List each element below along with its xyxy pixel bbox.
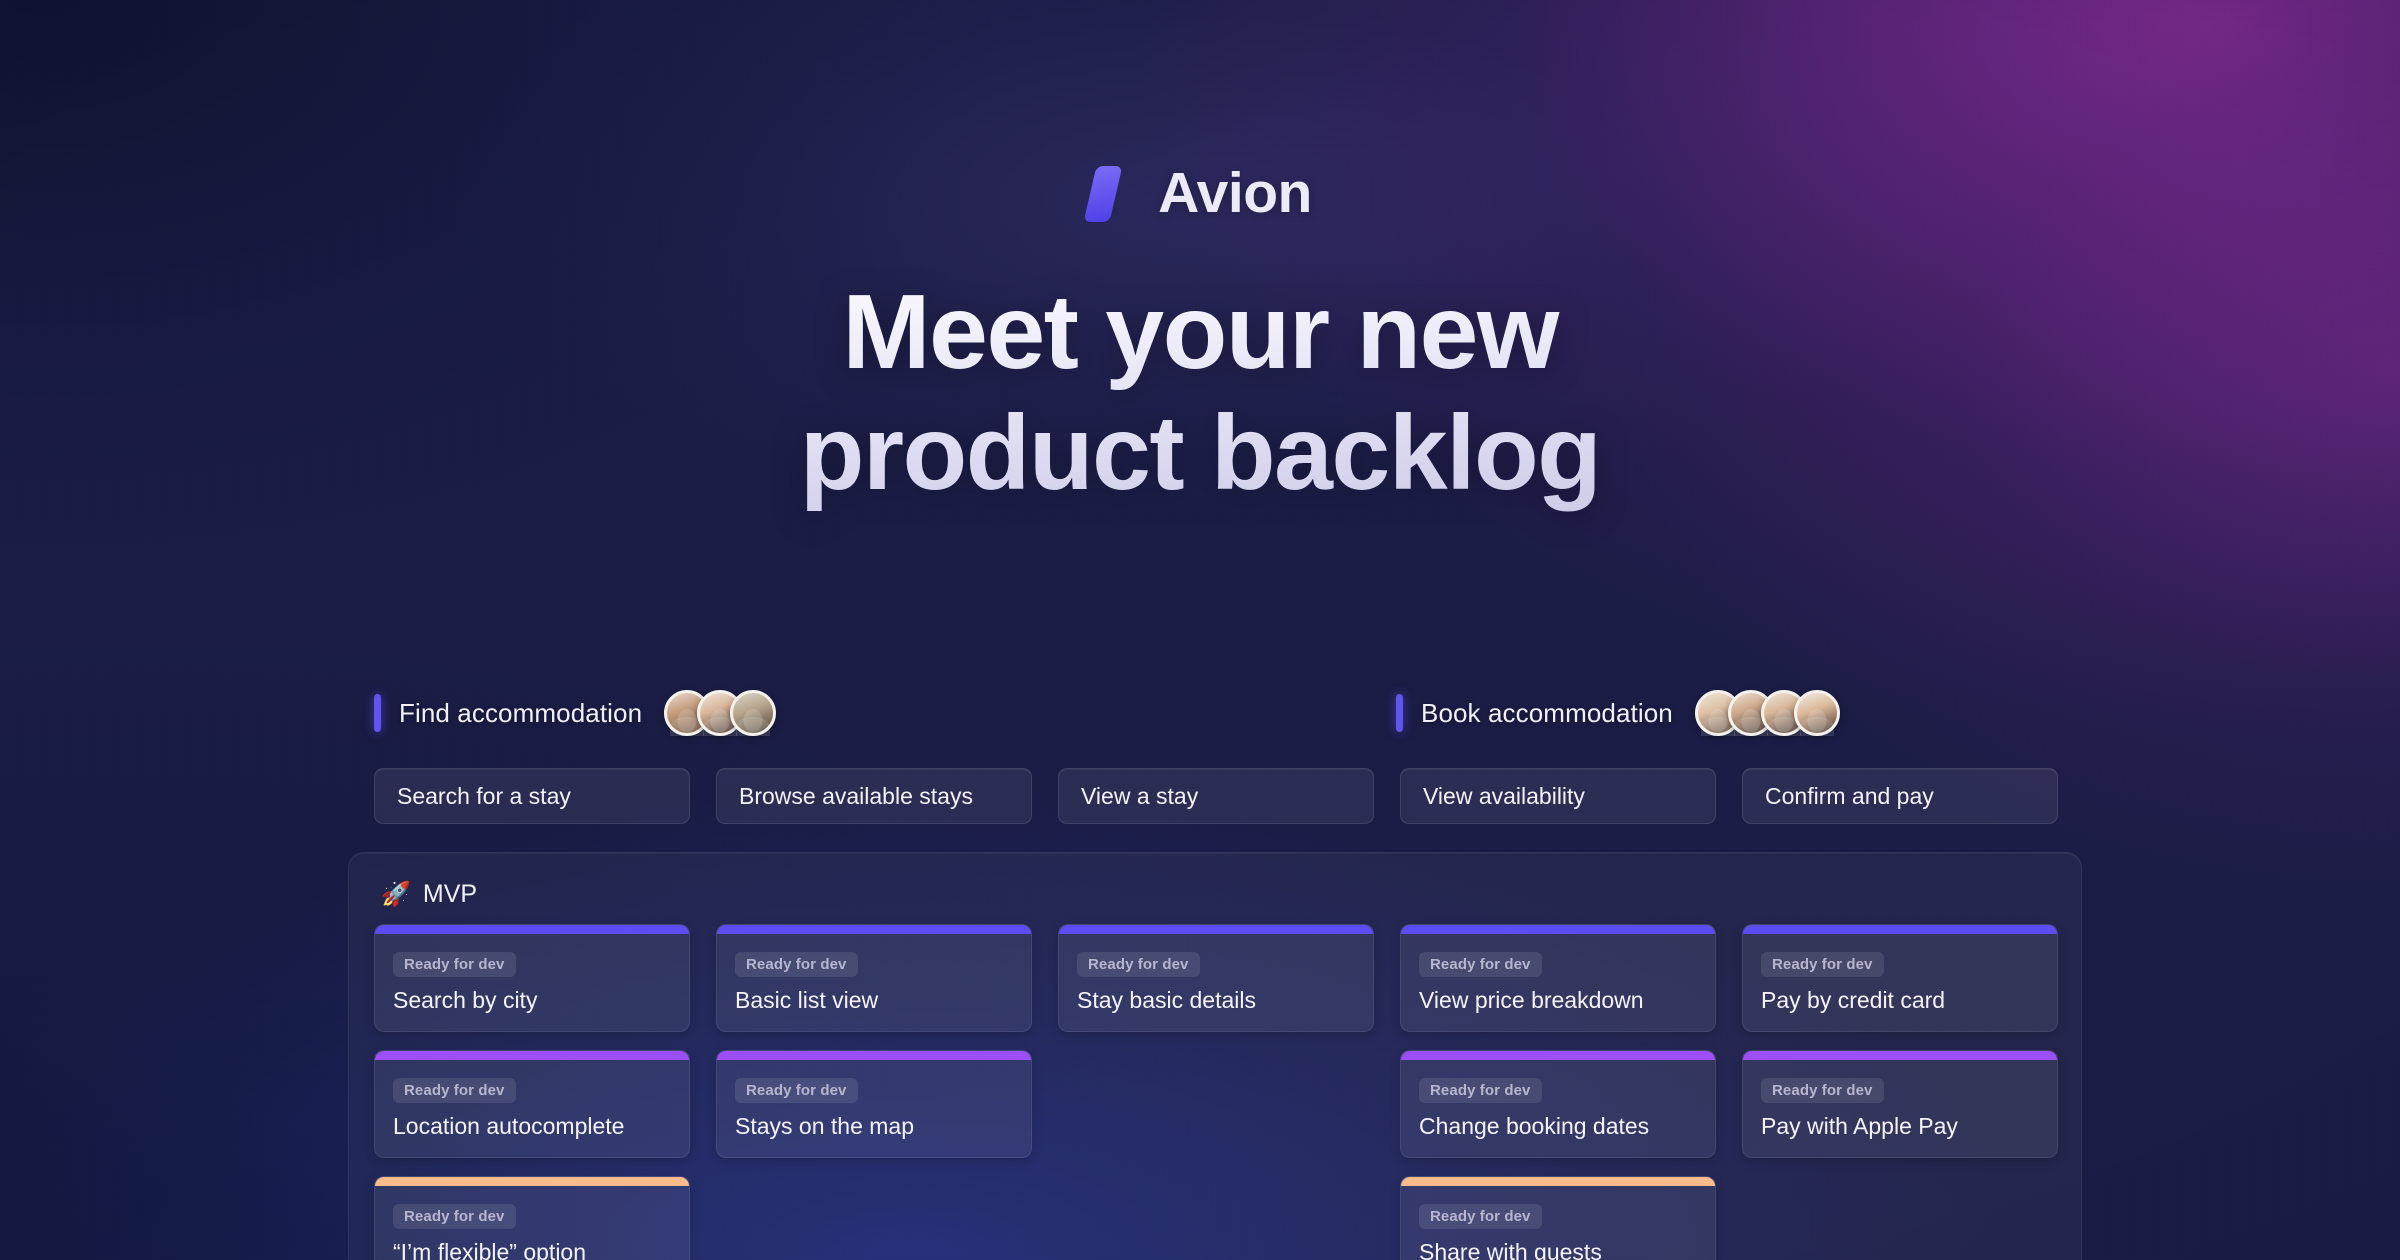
story-cell [716,1176,1032,1260]
story-accent-bar [717,1051,1031,1060]
status-badge[interactable]: Ready for dev [1077,952,1200,977]
story-cell: Ready for dev Search by city [374,924,690,1048]
persona-find-accommodation[interactable]: Find accommodation [374,690,777,736]
story-card[interactable]: Ready for dev Stay basic details [1058,924,1374,1032]
story-cell: Ready for dev Stay basic details [1058,924,1374,1048]
story-card[interactable]: Ready for dev Pay with Apple Pay [1742,1050,2058,1158]
story-card[interactable]: Ready for dev View price breakdown [1400,924,1716,1032]
story-accent-bar [1743,1051,2057,1060]
story-cell: Ready for dev Change booking dates [1400,1050,1716,1174]
story-accent-bar [375,1177,689,1186]
story-accent-bar [375,1051,689,1060]
story-title: Stay basic details [1077,987,1256,1013]
story-title: Location autocomplete [393,1113,625,1139]
step-label: View a stay [1081,782,1199,809]
story-card[interactable]: Ready for dev Change booking dates [1400,1050,1716,1158]
story-title: Basic list view [735,987,879,1013]
step-card-search-for-a-stay[interactable]: Search for a stay [374,768,690,824]
story-accent-bar [717,925,1031,934]
status-badge[interactable]: Ready for dev [1761,1078,1884,1103]
step-label: Search for a stay [397,782,571,809]
story-card[interactable]: Ready for dev “I’m flexible” option [374,1176,690,1260]
story-title: View price breakdown [1419,987,1644,1013]
persona-label: Find accommodation [399,697,643,728]
status-badge[interactable]: Ready for dev [393,952,516,977]
story-accent-bar [1059,925,1373,934]
avatar[interactable] [730,690,777,736]
status-badge[interactable]: Ready for dev [393,1204,516,1229]
avion-logo-mark-icon [1083,164,1143,222]
persona-avatar-group[interactable] [664,690,777,736]
page-title: Meet your new product backlog [0,272,2400,514]
step-label: Confirm and pay [1765,782,1934,809]
persona-accent-bar [374,694,381,732]
story-title: “I’m flexible” option [393,1239,587,1260]
story-card[interactable]: Ready for dev Basic list view [716,924,1032,1032]
status-badge[interactable]: Ready for dev [1761,952,1884,977]
story-cell [1742,1176,2058,1260]
status-badge[interactable]: Ready for dev [735,1078,858,1103]
story-card[interactable]: Ready for dev Location autocomplete [374,1050,690,1158]
story-cell: Ready for dev “I’m flexible” option [374,1176,690,1260]
logo-circle-shape [1105,181,1143,219]
story-title: Search by city [393,987,538,1013]
persona-book-accommodation[interactable]: Book accommodation [1396,690,1840,736]
rocket-icon: 🚀 [381,880,411,908]
story-cell [1058,1050,1374,1174]
story-title: Share with guests [1419,1239,1602,1260]
status-badge[interactable]: Ready for dev [735,952,858,977]
story-cell: Ready for dev Pay with Apple Pay [1742,1050,2058,1174]
persona-label: Book accommodation [1421,697,1673,728]
story-cell [1058,1176,1374,1260]
story-cell: Ready for dev Location autocomplete [374,1050,690,1174]
persona-avatar-group[interactable] [1694,690,1840,736]
story-card[interactable]: Ready for dev Search by city [374,924,690,1032]
story-accent-bar [1401,1177,1715,1186]
story-title: Pay with Apple Pay [1761,1113,1958,1139]
story-accent-bar [1743,925,2057,934]
story-card[interactable]: Ready for dev Share with guests [1400,1176,1716,1260]
step-card-browse-available-stays[interactable]: Browse available stays [716,768,1032,824]
journey-steps: Search for a stay Browse available stays… [374,768,2058,824]
story-cell: Ready for dev Basic list view [716,924,1032,1048]
step-card-confirm-and-pay[interactable]: Confirm and pay [1742,768,2058,824]
story-grid: Ready for dev Search by city Ready for dev… [374,924,2058,1260]
story-cell: Ready for dev Pay by credit card [1742,924,2058,1048]
brand-logo[interactable]: Avion [0,160,2400,226]
story-cell: Ready for dev View price breakdown [1400,924,1716,1048]
brand-name: Avion [1158,161,1312,225]
release-name: MVP [422,880,478,908]
story-title: Stays on the map [735,1113,914,1139]
story-title: Pay by credit card [1761,987,1946,1013]
story-cell: Ready for dev Stays on the map [716,1050,1032,1174]
status-badge[interactable]: Ready for dev [1419,1204,1542,1229]
status-badge[interactable]: Ready for dev [1419,1078,1542,1103]
step-card-view-availability[interactable]: View availability [1400,768,1716,824]
story-card[interactable]: Ready for dev Pay by credit card [1742,924,2058,1032]
story-card[interactable]: Ready for dev Stays on the map [716,1050,1032,1158]
story-accent-bar [375,925,689,934]
avatar[interactable] [1793,690,1840,736]
step-label: View availability [1423,782,1585,809]
story-accent-bar [1401,925,1715,934]
story-cell: Ready for dev Share with guests [1400,1176,1716,1260]
status-badge[interactable]: Ready for dev [393,1078,516,1103]
page-root: Avion Meet your new product backlog Find… [0,0,2400,1260]
release-header[interactable]: 🚀 MVP [349,853,2081,909]
step-label: Browse available stays [739,782,973,809]
story-title: Change booking dates [1419,1113,1650,1139]
step-card-view-a-stay[interactable]: View a stay [1058,768,1374,824]
story-accent-bar [1401,1051,1715,1060]
status-badge[interactable]: Ready for dev [1419,952,1542,977]
persona-accent-bar [1396,694,1403,732]
